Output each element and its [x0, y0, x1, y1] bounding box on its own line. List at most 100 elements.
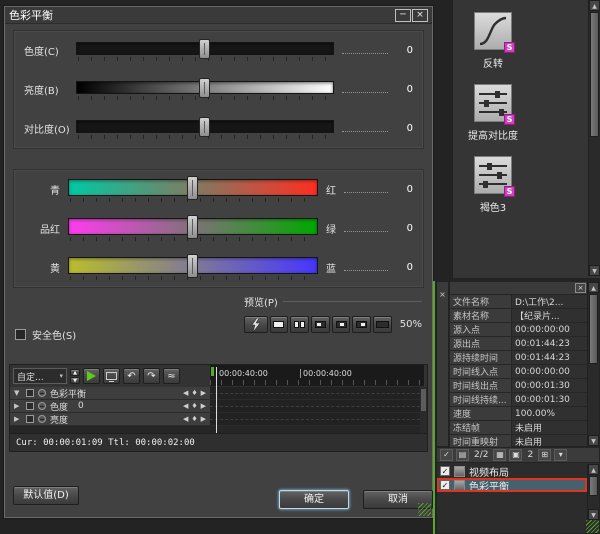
safe-color-checkbox[interactable] [15, 329, 26, 340]
info-scrollbar[interactable]: ▲ ▼ [587, 282, 599, 446]
track-row-brightness[interactable]: ▶ 亮度 ◀ ♦ ▶ [10, 413, 420, 426]
playhead[interactable] [216, 367, 217, 433]
magenta-green-slider-thumb[interactable] [187, 215, 198, 239]
preview-layout-wide-button[interactable] [373, 316, 392, 333]
keyframe-toggle-icon[interactable] [38, 389, 46, 397]
color-balance-group: 青 红 0 品红 绿 0 [13, 169, 424, 288]
box-view-icon[interactable]: ▣ [509, 449, 522, 461]
next-keyframe-icon[interactable]: ▶ [201, 402, 206, 410]
effect-item-sepia[interactable]: S 褐色3 [461, 156, 525, 214]
yellow-blue-slider[interactable] [68, 254, 318, 282]
dialog-titlebar[interactable]: 色彩平衡 ─ × [5, 7, 432, 24]
brightness-slider[interactable] [76, 78, 334, 102]
preview-layout-left-button[interactable] [311, 316, 330, 333]
expander-icon[interactable]: ▶ [14, 402, 22, 410]
track-row-color-balance[interactable]: ▼ 色彩平衡 ◀ ♦ ▶ [10, 387, 420, 400]
preview-layout-right-button[interactable] [352, 316, 371, 333]
effect-item-invert[interactable]: S 反转 [461, 12, 525, 70]
track-row-chroma[interactable]: ▶ 色度 0 ◀ ♦ ▶ [10, 400, 420, 413]
grid-view-icon[interactable]: ▦ [493, 449, 506, 461]
scrollbar-thumb[interactable] [589, 294, 598, 364]
effect-counter: 2/2 [472, 450, 490, 460]
cyan-red-slider-thumb[interactable] [187, 176, 198, 200]
expander-icon[interactable]: ▶ [14, 415, 22, 423]
track-checkbox[interactable] [26, 402, 34, 410]
add-keyframe-icon[interactable]: ♦ [191, 389, 197, 397]
scroll-down-icon[interactable]: ▼ [589, 265, 600, 276]
close-icon[interactable]: × [439, 290, 446, 299]
minimize-icon[interactable]: ─ [395, 9, 411, 22]
collapsed-panel-strip[interactable]: × [436, 281, 449, 447]
timeline-scrollbar[interactable] [420, 387, 427, 433]
auto-preview-button[interactable] [244, 316, 268, 333]
keyframe-toggle-icon[interactable] [38, 415, 46, 423]
play-button[interactable] [83, 368, 100, 384]
prev-keyframe-icon[interactable]: ◀ [183, 389, 188, 397]
prev-keyframe-icon[interactable]: ◀ [183, 402, 188, 410]
prev-keyframe-icon[interactable]: ◀ [183, 415, 188, 423]
preview-layout-dual-button[interactable] [290, 316, 309, 333]
effect-row-video-layout[interactable]: ✓ 视频布局 [437, 464, 587, 478]
next-keyframe-icon[interactable]: ▶ [201, 415, 206, 423]
add-keyframe-icon[interactable]: ♦ [191, 402, 197, 410]
monitor-button[interactable] [103, 368, 120, 384]
effect-row-color-balance[interactable]: ✓ 色彩平衡 [437, 478, 587, 492]
track-lane[interactable] [210, 400, 420, 413]
chroma-slider-thumb[interactable] [199, 39, 210, 59]
scroll-up-icon[interactable]: ▲ [588, 282, 599, 293]
info-row: 时间线持续...00:00:01:30 [450, 393, 587, 407]
chroma-slider[interactable] [76, 39, 334, 63]
keyframe-toggle-icon[interactable] [38, 402, 46, 410]
track-lane[interactable] [210, 413, 420, 426]
ok-button[interactable]: 确定 [279, 490, 349, 509]
add-effect-icon[interactable]: ⊞ [538, 449, 551, 461]
close-icon[interactable]: × [575, 283, 586, 293]
effects-scrollbar[interactable]: ▲ ▼ [588, 0, 600, 276]
effect-item-contrast[interactable]: S 提高对比度 [461, 84, 525, 142]
preview-layout-center-button[interactable] [332, 316, 351, 333]
yellow-blue-slider-thumb[interactable] [187, 254, 198, 278]
default-button[interactable]: 默认值(D) [13, 486, 79, 505]
options-chevron-icon[interactable]: ▾ [554, 449, 567, 461]
contrast-slider-thumb[interactable] [199, 117, 210, 137]
magenta-green-slider[interactable] [68, 215, 318, 243]
window-resize-grip[interactable] [586, 520, 599, 533]
track-lane[interactable] [210, 387, 420, 400]
scrollbar-thumb[interactable] [590, 12, 599, 137]
expander-icon[interactable]: ▼ [14, 389, 22, 397]
brightness-value: 0 [393, 84, 413, 95]
timeline-tracks: ▼ 色彩平衡 ◀ ♦ ▶ ▶ [10, 387, 420, 426]
cyan-red-slider[interactable] [68, 176, 318, 204]
timeline-ruler[interactable]: 00:00:40:00 00:00:40:00 [210, 365, 424, 387]
brightness-slider-thumb[interactable] [199, 78, 210, 98]
scroll-up-icon[interactable]: ▲ [588, 464, 599, 475]
contrast-slider[interactable] [76, 117, 334, 141]
dialog-resize-grip[interactable] [418, 503, 431, 516]
scroll-up-icon[interactable]: ▲ [589, 0, 600, 11]
effect-enabled-checkbox[interactable]: ✓ [440, 466, 450, 476]
info-value: 00:00:00:00 [512, 323, 570, 336]
effect-enabled-checkbox[interactable]: ✓ [440, 480, 450, 490]
track-checkbox[interactable] [26, 415, 34, 423]
preset-dropdown[interactable]: 自定... ▾ [13, 368, 67, 384]
scrollbar-thumb[interactable] [589, 476, 598, 496]
effects-list-scrollbar[interactable]: ▲ ▼ [587, 464, 599, 520]
next-keyframe-icon[interactable]: ▶ [201, 389, 206, 397]
close-icon[interactable]: × [412, 9, 428, 22]
preview-layout-single-button[interactable] [270, 316, 289, 333]
scroll-down-icon[interactable]: ▼ [588, 435, 599, 446]
spin-down-icon[interactable]: ▼ [70, 377, 80, 384]
curve-button[interactable]: ≈ [163, 368, 180, 384]
add-keyframe-icon[interactable]: ♦ [191, 415, 197, 423]
track-checkbox[interactable] [26, 389, 34, 397]
scroll-down-icon[interactable]: ▼ [588, 509, 599, 520]
scrollbar-thumb[interactable] [421, 389, 426, 411]
spin-up-icon[interactable]: ▲ [70, 369, 80, 376]
redo-button[interactable]: ↷ [143, 368, 160, 384]
track-header: ▶ 色度 0 ◀ ♦ ▶ [10, 400, 210, 413]
enable-all-icon[interactable]: ✓ [440, 449, 453, 461]
undo-button[interactable]: ↶ [123, 368, 140, 384]
safe-color-option[interactable]: 安全色(S) [15, 318, 76, 350]
info-value: 【纪录片... [512, 309, 560, 322]
list-view-icon[interactable]: ▤ [456, 449, 469, 461]
